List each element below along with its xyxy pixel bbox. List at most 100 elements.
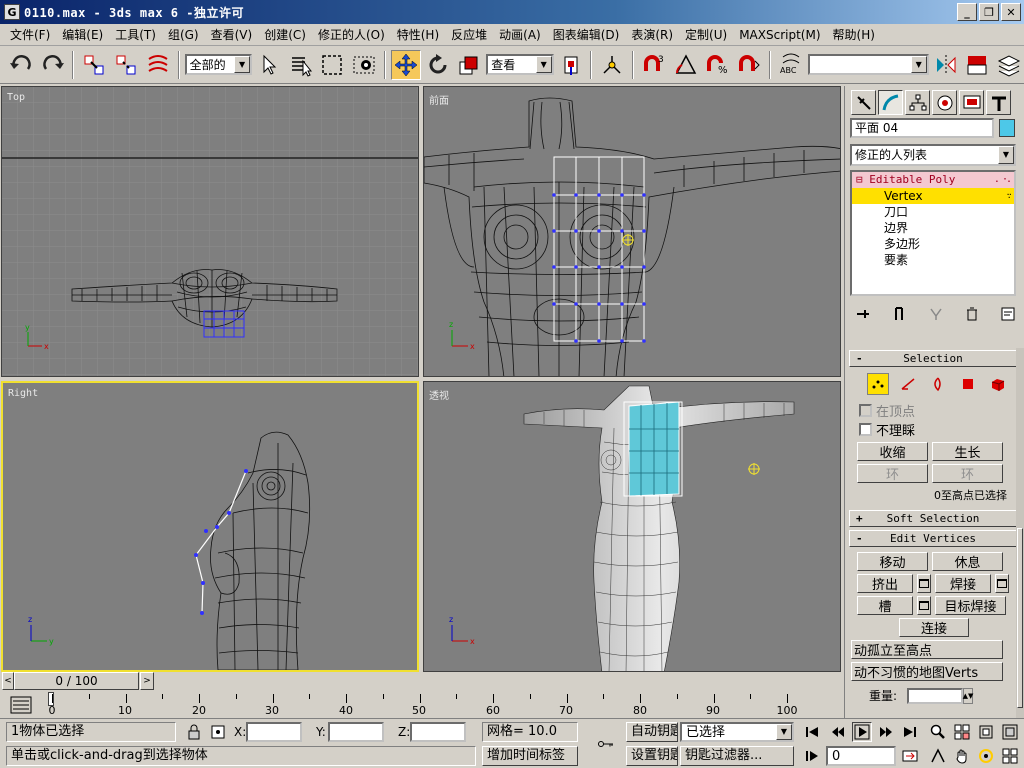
connect-button[interactable]: 连接 (899, 618, 969, 637)
scrollbar-thumb[interactable] (1017, 528, 1023, 708)
extrude-settings-button[interactable] (917, 574, 931, 593)
edit-named-selection-icon[interactable]: ABC (776, 50, 806, 80)
align-icon[interactable] (962, 50, 992, 80)
show-end-result-icon[interactable] (889, 304, 909, 324)
utilities-tab-icon[interactable] (986, 90, 1011, 115)
restore-button[interactable]: ❐ (979, 3, 999, 21)
select-and-rotate-icon[interactable] (423, 50, 453, 80)
next-frame-icon[interactable] (876, 722, 896, 742)
target-weld-button[interactable]: 目标焊接 (935, 596, 1006, 615)
reference-coordinate-dropdown[interactable]: 查看 ▼ (486, 54, 554, 75)
edit-vertices-rollout-header[interactable]: - Edit Vertices (849, 530, 1017, 547)
select-and-move-icon[interactable] (391, 49, 421, 80)
bind-space-warp-icon[interactable] (143, 50, 173, 80)
percent-snap-icon[interactable]: % (703, 50, 733, 80)
border-mode-icon[interactable] (927, 373, 949, 395)
minimize-button[interactable]: _ (957, 3, 977, 21)
ignore-backfacing-checkbox[interactable]: 不理睬 (849, 420, 1017, 439)
select-and-scale-icon[interactable] (455, 50, 485, 80)
grow-button[interactable]: 生长 (932, 442, 1003, 461)
y-coordinate-field[interactable] (328, 722, 384, 742)
app-icon[interactable]: G (4, 4, 20, 20)
key-mode-dropdown[interactable]: 已选择 ▼ (680, 722, 794, 742)
modify-tab-icon[interactable] (878, 90, 903, 115)
stack-subobject-polygon[interactable]: 多边形 (852, 236, 1014, 252)
shrink-button[interactable]: 收缩 (857, 442, 928, 461)
object-color-swatch[interactable] (999, 119, 1015, 137)
weight-spinner-arrows[interactable]: ▲▼ (963, 687, 973, 704)
break-button[interactable]: 休息 (932, 552, 1003, 571)
menu-customize[interactable]: 定制(U) (679, 26, 733, 43)
menu-rendering[interactable]: 表演(R) (625, 26, 679, 43)
vertex-mode-icon[interactable] (867, 373, 889, 395)
snap-3d-icon[interactable]: 3 (639, 50, 669, 80)
stack-subobject-border[interactable]: 边界 (852, 220, 1014, 236)
go-to-end-icon[interactable] (900, 722, 920, 742)
select-and-link-icon[interactable] (79, 50, 109, 80)
extrude-button[interactable]: 挤出 (857, 574, 913, 593)
selection-filter-dropdown[interactable]: 全部的 ▼ (184, 54, 253, 75)
viewport-label[interactable]: 前面 (429, 92, 449, 107)
set-key-button[interactable]: 设置钥匙 (626, 746, 678, 766)
chamfer-settings-button[interactable] (917, 596, 931, 615)
weld-button[interactable]: 焊接 (935, 574, 991, 593)
viewport-front[interactable]: x z 前面 (423, 86, 841, 377)
window-crossing-icon[interactable] (349, 50, 379, 80)
pan-icon[interactable] (952, 746, 972, 766)
menu-create[interactable]: 创建(C) (258, 26, 312, 43)
menu-maxscript[interactable]: MAXScript(M) (733, 28, 826, 42)
menu-reactor[interactable]: 反应堆 (445, 26, 493, 43)
viewport-label[interactable]: Top (7, 92, 25, 103)
display-tab-icon[interactable] (959, 90, 984, 115)
create-tab-icon[interactable] (851, 90, 876, 115)
mirror-icon[interactable] (931, 50, 961, 80)
menu-character[interactable]: 特性(H) (391, 26, 445, 43)
menu-graph-editors[interactable]: 图表编辑(D) (547, 26, 626, 43)
stack-subobject-element[interactable]: 要素 (852, 252, 1014, 268)
weld-settings-button[interactable] (995, 574, 1009, 593)
add-time-tag-button[interactable]: 增加时间标签 (482, 746, 578, 766)
named-selection-dropdown[interactable]: ▼ (807, 54, 929, 75)
viewport-top[interactable]: x y Top (1, 86, 419, 377)
menu-animation[interactable]: 动画(A) (493, 26, 547, 43)
soft-selection-rollout-header[interactable]: + Soft Selection (849, 510, 1017, 527)
spinner-snap-icon[interactable] (734, 50, 764, 80)
go-to-start-icon[interactable] (802, 722, 822, 742)
open-mini-curve-editor-icon[interactable] (10, 696, 32, 714)
z-coordinate-field[interactable] (410, 722, 466, 742)
undo-icon[interactable] (6, 50, 36, 80)
time-slider-thumb[interactable]: 0 / 100 (14, 672, 139, 690)
play-icon[interactable] (852, 722, 872, 742)
element-mode-icon[interactable] (987, 373, 1009, 395)
zoom-extents-icon[interactable] (976, 722, 996, 742)
remove-modifier-icon[interactable] (962, 304, 982, 324)
menu-edit[interactable]: 编辑(E) (56, 26, 109, 43)
remove-unused-map-verts-button[interactable]: 动不习惯的地图Verts (851, 662, 1003, 681)
x-coordinate-field[interactable] (246, 722, 302, 742)
ring-button[interactable]: 环 (857, 464, 928, 483)
zoom-all-icon[interactable] (952, 722, 972, 742)
remove-isolated-vertices-button[interactable]: 动孤立至高点 (851, 640, 1003, 659)
absolute-mode-icon[interactable] (208, 722, 228, 742)
modifier-list-dropdown[interactable]: 修正的人列表 ▼ (850, 144, 1016, 166)
remove-button[interactable]: 移动 (857, 552, 928, 571)
select-object-icon[interactable] (254, 50, 284, 80)
object-name-field[interactable]: 平面 04 (850, 118, 994, 138)
chamfer-button[interactable]: 槽 (857, 596, 913, 615)
by-vertex-checkbox[interactable]: 在顶点 (849, 401, 1017, 420)
layer-manager-icon[interactable] (994, 50, 1024, 80)
redo-icon[interactable] (38, 50, 68, 80)
zoom-extents-all-icon[interactable] (1000, 722, 1020, 742)
make-unique-icon[interactable] (926, 304, 946, 324)
key-filters-button[interactable]: 钥匙过滤器... (680, 746, 794, 766)
viewport-perspective[interactable]: x z 透视 (423, 381, 841, 672)
menu-group[interactable]: 组(G) (162, 26, 205, 43)
close-button[interactable]: ✕ (1001, 3, 1021, 21)
motion-tab-icon[interactable] (932, 90, 957, 115)
field-of-view-icon[interactable] (928, 746, 948, 766)
polygon-mode-icon[interactable] (957, 373, 979, 395)
selection-rollout-header[interactable]: - Selection (849, 350, 1017, 367)
command-panel-scrollbar[interactable] (1016, 348, 1024, 718)
stack-subobject-edge[interactable]: 刀口 (852, 204, 1014, 220)
edge-mode-icon[interactable] (897, 373, 919, 395)
